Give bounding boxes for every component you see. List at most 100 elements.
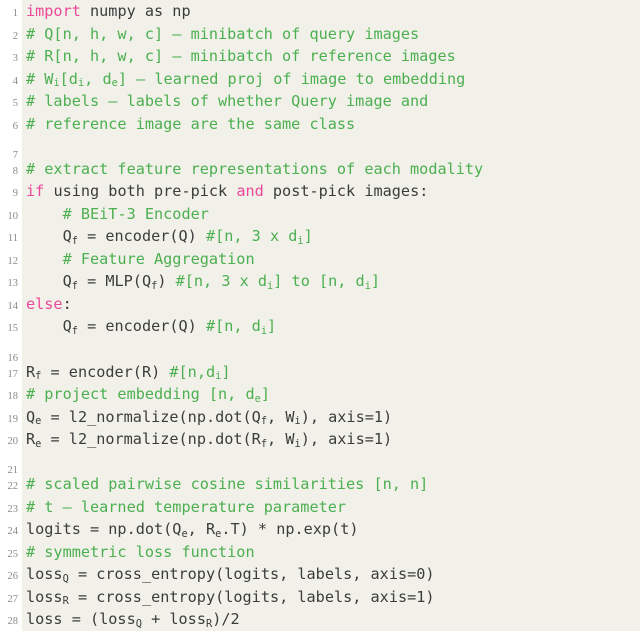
code-line: 26 lossQ = cross_entropy(logits, labels, … (0, 563, 640, 589)
code-subscript: i (77, 77, 85, 90)
code-line: 9 if using both pre-pick and post-pick im… (0, 180, 640, 206)
code-subscript: i (294, 415, 301, 428)
line-number: 20 (0, 431, 22, 454)
code-token: ] – learned proj of image to embedding (117, 69, 466, 88)
code-token: # Feature Aggregation (26, 249, 255, 268)
line-number: 18 (0, 386, 22, 409)
code-token: , R (187, 520, 216, 539)
code-line: 22 # scaled pairwise cosine similarities … (0, 473, 640, 499)
line-number: 23 (0, 498, 22, 522)
code-line: 11 Qf = encoder(Q) #[n, 3 x di] (0, 225, 640, 251)
code-line: 10 # BEiT-3 Encoder (0, 203, 640, 229)
line-number: 19 (0, 408, 22, 432)
code-line: 17 Rf = encoder(R) #[n,di] (0, 361, 640, 387)
code-text: import numpy as np (22, 0, 640, 23)
line-number: 10 (0, 205, 22, 229)
code-token: ), axis=1) (300, 407, 393, 426)
code-token: ] (260, 385, 270, 404)
code-text: if using both pre-pick and post-pick ima… (22, 180, 640, 203)
line-number: 24 (0, 521, 22, 544)
code-lines-container: 1 import numpy as np 2 # Q[n, h, w, c] – mi… (0, 0, 640, 631)
code-token: # BEiT-3 Encoder (26, 204, 209, 223)
code-subscript: e (254, 392, 261, 405)
line-number: 22 (0, 476, 22, 499)
code-line: 1 import numpy as np (0, 0, 640, 26)
line-number: 27 (0, 588, 22, 612)
code-text: else: (22, 293, 640, 316)
code-token: = l2_normalize(np.dot(Q (41, 407, 261, 426)
code-subscript: e (181, 527, 188, 540)
code-subscript: f (71, 325, 78, 338)
code-text: # labels – labels of whether Query image… (22, 90, 640, 113)
code-subscript: i (260, 325, 268, 338)
code-line: 24 logits = np.dot(Qe, Re.T) * np.exp(t) (0, 518, 640, 544)
line-number: 25 (0, 543, 22, 567)
code-token: ] (267, 317, 277, 336)
code-subscript: R (62, 595, 69, 608)
code-line: 6 # reference image are the same class (0, 113, 640, 139)
code-line: 2 # Q[n, h, w, c] – minibatch of query im… (0, 23, 640, 49)
line-number: 11 (0, 228, 22, 251)
code-text: loss = (lossQ + lossR)/2 (22, 608, 640, 631)
code-token: : (62, 294, 72, 313)
code-token: ] (303, 227, 313, 246)
line-number: 4 (0, 70, 22, 94)
code-line: 19 Qe = l2_normalize(np.dot(Qf, Wi), axis… (0, 406, 640, 432)
line-number: 8 (0, 160, 22, 184)
code-token: and (236, 182, 264, 201)
code-line: 14 else: (0, 293, 640, 319)
code-token: Q (26, 227, 72, 246)
code-text: Qe = l2_normalize(np.dot(Qf, Wi), axis=1… (22, 406, 640, 429)
line-number: 13 (0, 273, 22, 296)
code-token: loss (26, 565, 63, 584)
code-line: 13 Qf = MLP(Qf) #[n, 3 x di] to [n, di] (0, 270, 640, 296)
code-subscript: i (294, 437, 301, 450)
code-text: # extract feature representations of eac… (22, 158, 640, 181)
code-token: ] (370, 272, 381, 291)
line-number: 9 (0, 183, 22, 206)
code-line: 28 loss = (lossQ + lossR)/2 (0, 608, 640, 631)
code-token: # t – learned temperature parameter (26, 497, 347, 516)
code-line: 8 # extract feature representations of ea… (0, 158, 640, 184)
line-number: 12 (0, 250, 22, 274)
code-token: #[n, 3 x d (175, 272, 268, 291)
code-token: = l2_normalize(np.dot(R (41, 430, 261, 449)
code-token: #[n, 3 x d (205, 227, 298, 246)
code-text: # Feature Aggregation (22, 248, 640, 271)
code-token: loss (26, 587, 63, 606)
code-line: 5 # labels – labels of whether Query imag… (0, 90, 640, 116)
code-line: 20 Re = l2_normalize(np.dot(Rf, Wi), axis… (0, 428, 640, 454)
code-text: # scaled pairwise cosine similarities [n… (22, 473, 640, 496)
code-line: 21 (0, 451, 640, 483)
code-token: )/2 (212, 610, 240, 629)
code-token: if (26, 182, 45, 201)
code-token: else (26, 294, 63, 313)
code-subscript: f (260, 437, 268, 450)
code-token: , W (267, 407, 295, 426)
code-token: ] to [n, d (273, 272, 365, 291)
code-token: # W (26, 69, 54, 88)
code-text: logits = np.dot(Qe, Re.T) * np.exp(t) (22, 518, 640, 541)
code-token: = cross_entropy(logits, labels, axis=1) (68, 587, 435, 606)
code-subscript: e (111, 77, 118, 90)
code-token: # labels – labels of whether Query image… (26, 92, 429, 111)
code-token: ] (221, 362, 231, 381)
code-text: lossR = cross_entropy(logits, labels, ax… (22, 586, 640, 609)
code-line: 4 # Wi[di, de] – learned proj of image to… (0, 68, 640, 94)
code-line: 18 # project embedding [n, de] (0, 383, 640, 409)
code-text: # Q[n, h, w, c] – minibatch of query ima… (22, 23, 640, 46)
code-token: R (26, 362, 36, 381)
code-token: loss = (loss (26, 610, 136, 629)
code-line: 25 # symmetric loss function (0, 541, 640, 567)
line-number: 17 (0, 363, 22, 387)
code-text: Qf = encoder(Q) #[n, 3 x di] (22, 225, 640, 248)
code-token: # scaled pairwise cosine similarities [n… (26, 475, 429, 494)
code-subscript: i (364, 280, 371, 293)
code-text: # reference image are the same class (22, 113, 640, 136)
code-token: # extract feature representations of eac… (26, 159, 484, 178)
code-text: Qf = encoder(Q) #[n, di] (22, 315, 640, 338)
code-subscript: e (35, 415, 42, 428)
code-listing: 1 import numpy as np 2 # Q[n, h, w, c] – mi… (0, 0, 640, 631)
